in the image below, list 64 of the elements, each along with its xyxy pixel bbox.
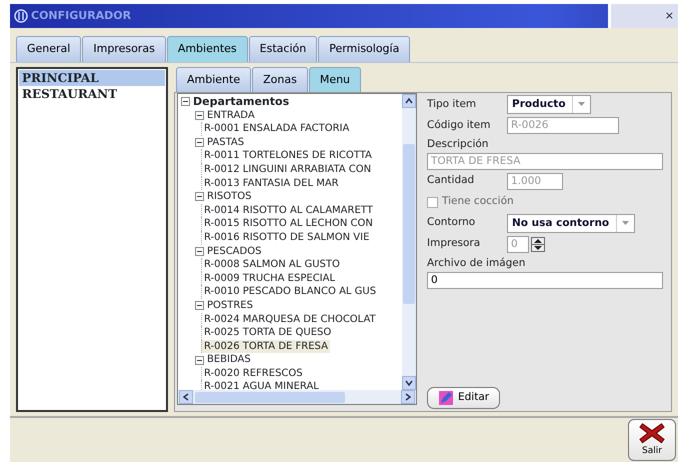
- subtab[interactable]: Zonas: [252, 66, 308, 92]
- scroll-down-icon[interactable]: [405, 378, 413, 387]
- scroll-left-icon[interactable]: [182, 392, 190, 401]
- field-label: Contorno: [427, 215, 476, 230]
- tab[interactable]: General: [16, 36, 82, 62]
- tree-item[interactable]: R-0010 PESCADO BLANCO AL GUS: [201, 285, 378, 299]
- scroll-up-icon[interactable]: [405, 96, 413, 105]
- spinner-icon[interactable]: [531, 236, 545, 252]
- tree-item[interactable]: R-0012 LINGUINI ARRABIATA CON: [201, 162, 374, 177]
- dropdown[interactable]: Producto: [507, 95, 591, 114]
- tree-item[interactable]: R-0016 RISOTTO DE SALMON VIE: [201, 230, 372, 245]
- edit-button[interactable]: Editar: [427, 387, 500, 409]
- tab[interactable]: Impresoras: [82, 36, 166, 62]
- expand-toggle-icon[interactable]: [195, 110, 204, 120]
- field-label: Cantidad: [427, 173, 476, 188]
- tab[interactable]: Estación: [248, 36, 318, 62]
- field-label: Descripción: [427, 137, 490, 152]
- tree-item[interactable]: R-0024 MARQUESA DE CHOCOLAT: [201, 312, 378, 326]
- subtab[interactable]: Ambiente: [176, 66, 252, 92]
- field-label: Archivo de imágen: [427, 256, 526, 271]
- dropdown[interactable]: No usa contorno: [507, 214, 635, 233]
- tree-item[interactable]: R-0008 SALMON AL GUSTO: [201, 258, 342, 272]
- list-item[interactable]: PRINCIPAL: [19, 70, 165, 86]
- tree-node[interactable]: PASTAS: [207, 136, 244, 150]
- app-logo-icon: [14, 9, 28, 23]
- tree-item[interactable]: R-0001 ENSALADA FACTORIA: [201, 122, 352, 136]
- tab[interactable]: Ambientes: [166, 36, 248, 62]
- tree-node[interactable]: BEBIDAS: [207, 353, 251, 367]
- scroll-right-icon[interactable]: [404, 392, 412, 401]
- tree-item[interactable]: R-0020 REFRESCOS: [201, 366, 305, 380]
- tree-item[interactable]: R-0011 TORTELONES DE RICOTTA: [201, 149, 374, 163]
- tree-item[interactable]: R-0013 FANTASIA DEL MAR: [201, 176, 341, 190]
- expand-toggle-icon[interactable]: [195, 301, 204, 310]
- checkbox-label: Tiene cocción: [442, 194, 514, 210]
- horizontal-scrollbar[interactable]: [178, 390, 416, 404]
- caret-icon[interactable]: [578, 102, 585, 108]
- exit-button[interactable]: Salir: [628, 419, 676, 461]
- tree-item[interactable]: R-0014 RISOTTO AL CALAMARETT: [201, 204, 375, 218]
- tab[interactable]: Permisología: [318, 36, 410, 62]
- subtab[interactable]: Menu: [308, 66, 362, 92]
- caret-icon[interactable]: [622, 221, 629, 226]
- tree-node[interactable]: Departamentos: [193, 95, 290, 109]
- expand-toggle-icon[interactable]: [181, 97, 190, 106]
- field-label: Tipo item: [427, 96, 478, 112]
- x-icon: [637, 422, 667, 444]
- list-item[interactable]: RESTAURANT: [19, 86, 165, 102]
- window-title: CONFIGURADOR: [31, 8, 132, 24]
- expand-toggle-icon[interactable]: [195, 356, 204, 365]
- tree-node[interactable]: PESCADOS: [207, 244, 262, 258]
- input-field[interactable]: 0: [427, 272, 663, 288]
- tree-node[interactable]: RISOTOS: [207, 190, 252, 204]
- close-button[interactable]: ×: [608, 4, 678, 28]
- tree-item[interactable]: R-0015 RISOTTO AL LECHON CON: [201, 217, 375, 231]
- tree-item[interactable]: R-0026 TORTA DE FRESA: [201, 340, 330, 354]
- field-label: Impresora: [427, 236, 482, 252]
- expand-toggle-icon[interactable]: [195, 192, 204, 202]
- field-label: Código item: [427, 118, 492, 133]
- tree-node[interactable]: POSTRES: [207, 298, 253, 312]
- pencil-icon: [438, 390, 454, 406]
- expand-toggle-icon[interactable]: [195, 138, 204, 148]
- tree-node[interactable]: ENTRADA: [207, 108, 255, 122]
- expand-toggle-icon[interactable]: [195, 246, 204, 256]
- vertical-scrollbar[interactable]: [402, 94, 416, 390]
- tree-item[interactable]: R-0009 TRUCHA ESPECIAL: [201, 272, 338, 286]
